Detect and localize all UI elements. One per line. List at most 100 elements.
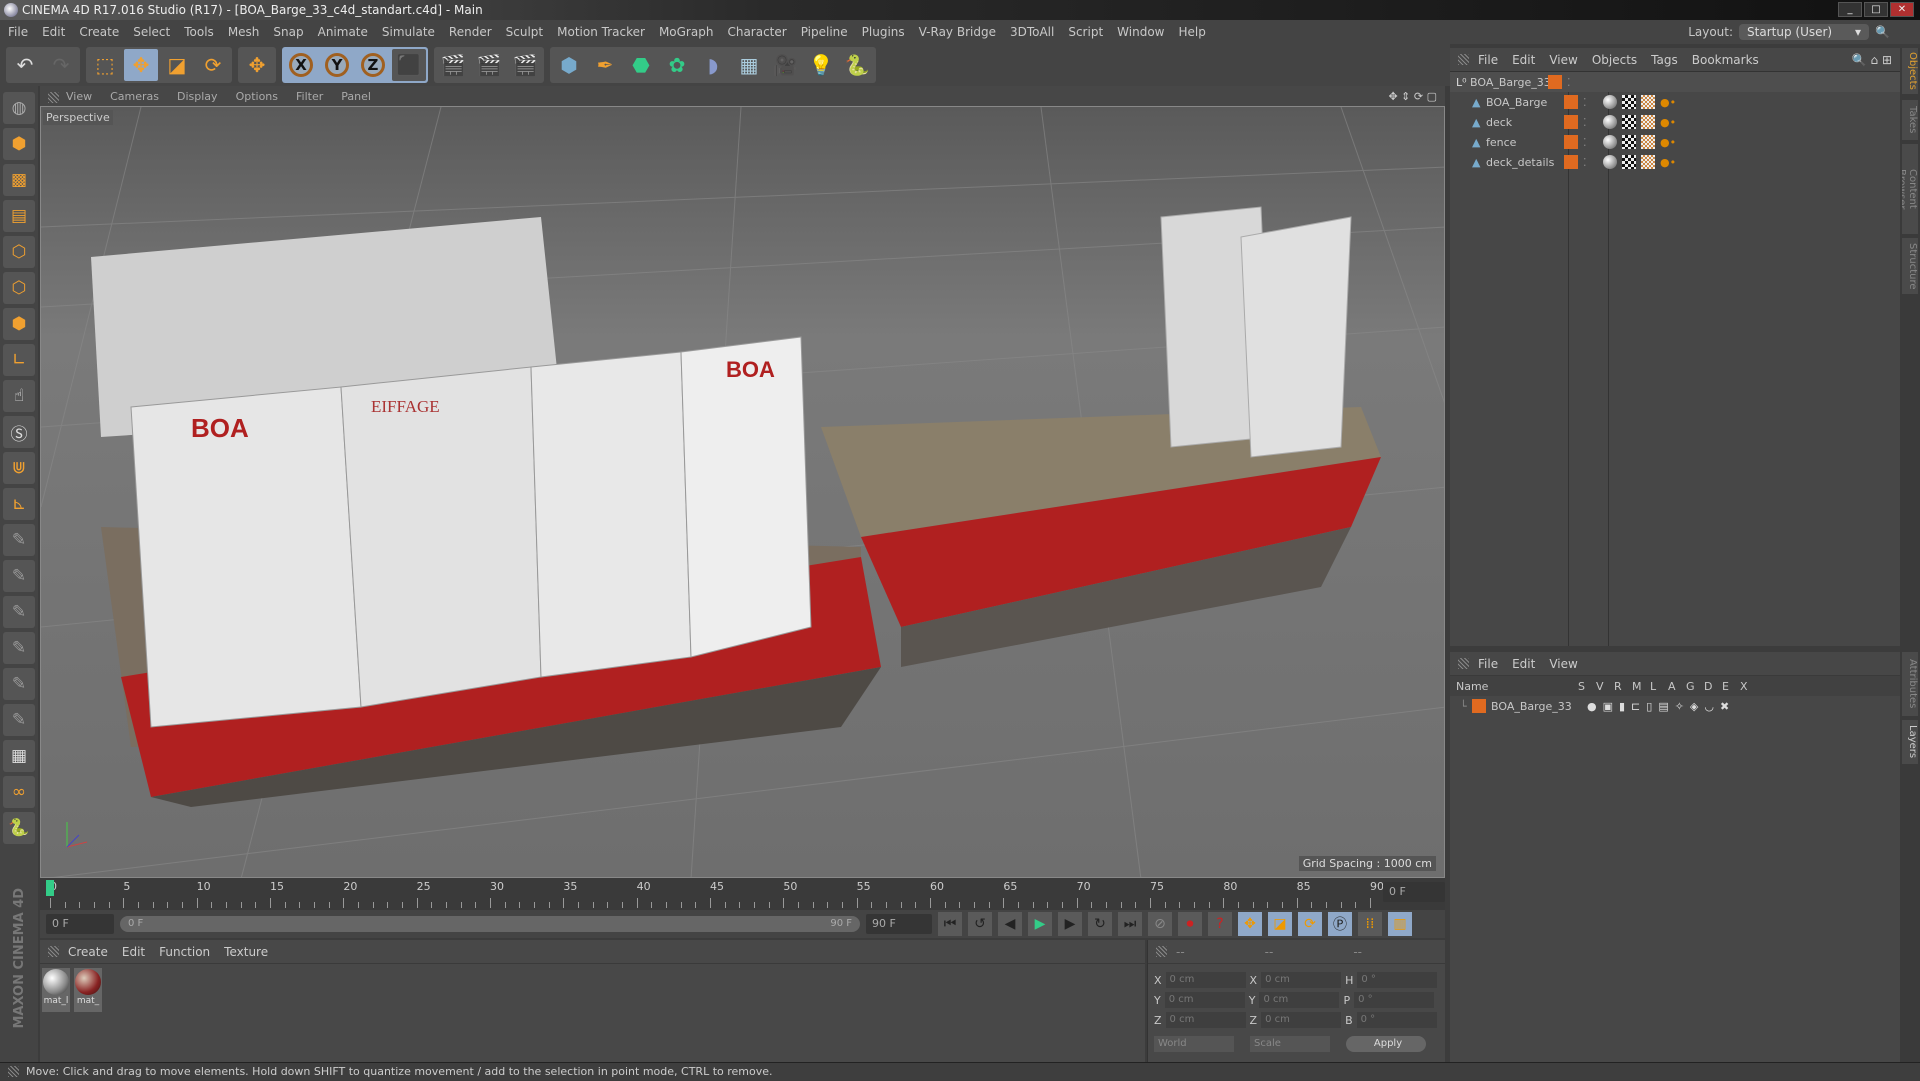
frame-range-slider[interactable]: 0 F 90 F xyxy=(120,916,860,932)
redo-icon[interactable]: ↷ xyxy=(44,49,78,81)
render-picture-viewer-icon[interactable]: 🎬 xyxy=(472,49,506,81)
timeline-window-icon[interactable]: ▥ xyxy=(1388,912,1412,936)
mat-menu-create[interactable]: Create xyxy=(68,945,108,959)
z-axis-lock-icon[interactable]: Z xyxy=(356,49,390,81)
layer-color-swatch[interactable] xyxy=(1564,115,1578,129)
menu-create[interactable]: Create xyxy=(79,25,119,39)
menu-sculpt[interactable]: Sculpt xyxy=(506,25,543,39)
menu-window[interactable]: Window xyxy=(1117,25,1164,39)
magnet-icon[interactable]: ⋓ xyxy=(3,452,35,484)
autokey-icon[interactable]: ⏺ xyxy=(1178,912,1202,936)
layer-color-swatch[interactable] xyxy=(1548,75,1562,89)
subdivision-icon[interactable]: ⬣ xyxy=(624,49,658,81)
layer-color-swatch[interactable] xyxy=(1564,135,1578,149)
play-icon[interactable]: ▶ xyxy=(1028,912,1052,936)
menu-tools[interactable]: Tools xyxy=(184,25,214,39)
menu-3dtoall[interactable]: 3DToAll xyxy=(1010,25,1054,39)
render-view-icon[interactable]: 🎬 xyxy=(436,49,470,81)
visibility-dots-icon[interactable]: ⁚ xyxy=(1583,96,1603,109)
layer-row[interactable]: └ BOA_Barge_33 ●▣▮⊏▯▤✧◈◡✖ xyxy=(1450,696,1900,716)
polygons-mode-icon[interactable]: ⬢ xyxy=(3,308,35,340)
coord-space-dropdown[interactable]: World xyxy=(1154,1036,1234,1052)
viewport-menu-filter[interactable]: Filter xyxy=(296,90,323,103)
layer-menu-edit[interactable]: Edit xyxy=(1512,657,1535,671)
menu-mesh[interactable]: Mesh xyxy=(228,25,260,39)
edges-mode-icon[interactable]: ⬡ xyxy=(3,272,35,304)
mat-menu-function[interactable]: Function xyxy=(159,945,210,959)
go-to-start-icon[interactable]: ⏮ xyxy=(938,912,962,936)
material-tag-icon[interactable] xyxy=(1603,155,1617,169)
texture-mode-icon[interactable]: ▩ xyxy=(3,164,35,196)
menu-render[interactable]: Render xyxy=(449,25,492,39)
cloner-icon[interactable]: ✿ xyxy=(660,49,694,81)
pen-spline-icon[interactable]: ✒ xyxy=(588,49,622,81)
3d-viewport[interactable]: BOA EIFFAGE BOA Perspective Grid Spacing… xyxy=(40,106,1445,878)
tab-structure[interactable]: Structure xyxy=(1902,238,1918,294)
menu-help[interactable]: Help xyxy=(1178,25,1205,39)
uvw-tag-icon[interactable] xyxy=(1641,95,1655,109)
scale-tool-icon[interactable]: ◪ xyxy=(160,49,194,81)
viewport-solo-icon[interactable]: ◍ xyxy=(3,92,35,124)
move-tool-icon[interactable]: ✥ xyxy=(124,49,158,81)
rotation-h-field[interactable]: 0 ° xyxy=(1357,972,1438,988)
key-scale-icon[interactable]: ◪ xyxy=(1268,912,1292,936)
rotation-p-field[interactable]: 0 ° xyxy=(1354,992,1435,1008)
cube-icon[interactable]: ⬢ xyxy=(552,49,586,81)
obj-menu-objects[interactable]: Objects xyxy=(1592,53,1637,67)
select-tool-icon[interactable]: ⬚ xyxy=(88,49,122,81)
selection-tag-icon[interactable]: ●• xyxy=(1660,136,1676,149)
snapping-icon[interactable]: Ⓢ xyxy=(3,416,35,448)
texture-tag-icon[interactable] xyxy=(1622,115,1636,129)
go-to-end-icon[interactable]: ⏭ xyxy=(1118,912,1142,936)
coord-mode-dropdown[interactable]: Scale xyxy=(1250,1036,1330,1052)
menu-motion-tracker[interactable]: Motion Tracker xyxy=(557,25,645,39)
obj-menu-file[interactable]: File xyxy=(1478,53,1498,67)
python-script-icon[interactable]: 🐍 xyxy=(3,812,35,844)
menu-snap[interactable]: Snap xyxy=(273,25,303,39)
visibility-dots-icon[interactable]: ⁚ xyxy=(1583,116,1603,129)
coordinate-system-icon[interactable]: ⬛ xyxy=(392,49,426,81)
playhead[interactable] xyxy=(46,880,54,896)
object-row[interactable]: ▲ deck_details ⁚ ●• xyxy=(1450,152,1900,172)
material-tag-icon[interactable] xyxy=(1603,115,1617,129)
uvw-tag-icon[interactable] xyxy=(1641,135,1655,149)
key-position-icon[interactable]: ✥ xyxy=(1238,912,1262,936)
mat-menu-edit[interactable]: Edit xyxy=(122,945,145,959)
viewport-menu-cameras[interactable]: Cameras xyxy=(110,90,159,103)
python-icon[interactable]: 🐍 xyxy=(840,49,874,81)
key-pla-icon[interactable]: ⁞⁞ xyxy=(1358,912,1382,936)
maximize-button[interactable]: □ xyxy=(1864,2,1888,17)
selection-tag-icon[interactable]: ●• xyxy=(1660,96,1676,109)
apply-button[interactable]: Apply xyxy=(1346,1036,1426,1052)
object-row[interactable]: L⁰ BOA_Barge_33 ⁚ xyxy=(1450,72,1900,92)
menu-edit[interactable]: Edit xyxy=(42,25,65,39)
menu-animate[interactable]: Animate xyxy=(318,25,368,39)
texture-tag-icon[interactable] xyxy=(1622,155,1636,169)
tab-attributes[interactable]: Attributes xyxy=(1902,652,1918,716)
rotate-tool-icon[interactable]: ⟳ xyxy=(196,49,230,81)
viewport-menu-options[interactable]: Options xyxy=(236,90,278,103)
object-row[interactable]: ▲ fence ⁚ ●• xyxy=(1450,132,1900,152)
current-frame-field[interactable]: 0 F xyxy=(1383,882,1445,902)
material-swatch[interactable]: mat_l xyxy=(42,968,70,1012)
deformer-icon[interactable]: ◗ xyxy=(696,49,730,81)
brush-p-icon[interactable]: ✎ xyxy=(3,560,35,592)
brush-s-icon[interactable]: ✎ xyxy=(3,632,35,664)
obj-search-home-icons[interactable]: 🔍 ⌂ ⊞ xyxy=(1852,53,1900,67)
menu-plugins[interactable]: Plugins xyxy=(862,25,905,39)
menu-script[interactable]: Script xyxy=(1068,25,1103,39)
end-frame-field[interactable]: 90 F xyxy=(866,914,932,934)
tab-takes[interactable]: Takes xyxy=(1902,100,1918,140)
layer-color-swatch[interactable] xyxy=(1564,95,1578,109)
size-x-field[interactable]: 0 cm xyxy=(1261,972,1342,988)
floor-icon[interactable]: ▦ xyxy=(732,49,766,81)
selection-tag-icon[interactable]: ●• xyxy=(1660,156,1676,169)
obj-menu-bookmarks[interactable]: Bookmarks xyxy=(1692,53,1759,67)
prev-frame-icon[interactable]: ◀ xyxy=(998,912,1022,936)
record-keys-icon[interactable]: ⊘ xyxy=(1148,912,1172,936)
x-axis-lock-icon[interactable]: X xyxy=(284,49,318,81)
tweak-mode-icon[interactable]: ☝ xyxy=(3,380,35,412)
visibility-dots-icon[interactable]: ⁚ xyxy=(1583,156,1603,169)
texture-tag-icon[interactable] xyxy=(1622,95,1636,109)
viewport-menu-display[interactable]: Display xyxy=(177,90,218,103)
